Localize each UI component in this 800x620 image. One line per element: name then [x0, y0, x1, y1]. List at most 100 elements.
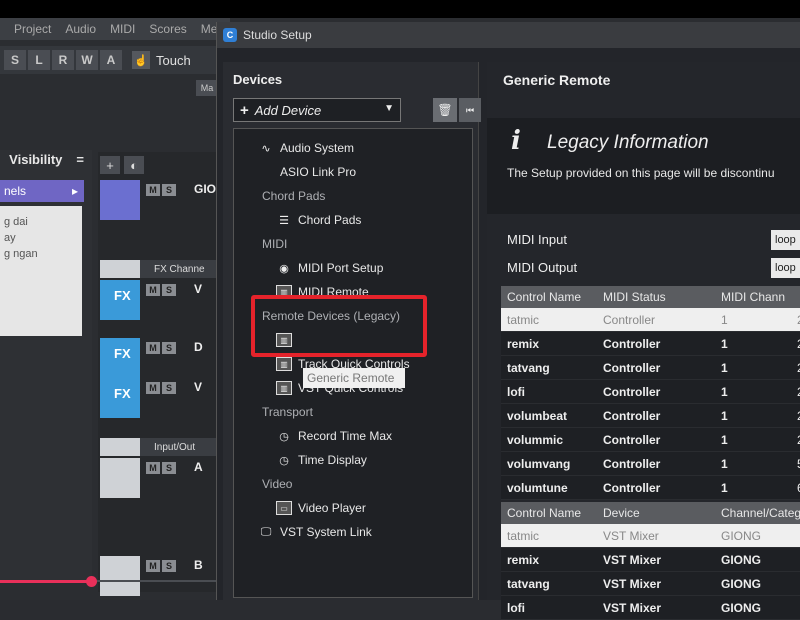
- column-header[interactable]: Control Name: [501, 290, 597, 304]
- table-cell: tatvang: [507, 360, 550, 375]
- table-row[interactable]: tatvang Controller 1 2: [501, 356, 800, 380]
- menu-audio[interactable]: Audio: [65, 22, 96, 36]
- generic-remote-selected[interactable]: Generic Remote: [303, 368, 405, 388]
- table-cell: 1: [721, 408, 728, 423]
- track-row[interactable]: FX MS D: [100, 338, 218, 378]
- mute-button[interactable]: M: [146, 284, 160, 296]
- playhead-handle[interactable]: [86, 576, 97, 587]
- table-cell: remix: [507, 336, 540, 351]
- track-row[interactable]: MS A: [100, 458, 218, 498]
- add-track-button[interactable]: +: [100, 156, 120, 174]
- keyboard-icon: ▥: [276, 357, 292, 371]
- track-row[interactable]: MS GIO: [100, 180, 218, 220]
- table-cell: lofi: [507, 384, 525, 399]
- table-cell: 1: [721, 360, 728, 375]
- table-row[interactable]: tatmic Controller 1 2: [501, 308, 800, 332]
- menu-scores[interactable]: Scores: [149, 22, 186, 36]
- table-cell: VST Mixer: [603, 600, 662, 615]
- channels-bar[interactable]: nels ▸: [0, 180, 84, 202]
- add-device-dropdown[interactable]: + Add Device ▼: [233, 98, 401, 122]
- automation-mode-label: Touch: [156, 52, 191, 68]
- table-row[interactable]: remix VST Mixer GIONG: [501, 548, 800, 572]
- folder-track-fx[interactable]: FX Channe: [100, 260, 218, 278]
- folder-track-input[interactable]: Input/Out: [100, 438, 218, 456]
- dialog-titlebar[interactable]: C Studio Setup: [217, 22, 800, 48]
- mute-button[interactable]: M: [146, 184, 160, 196]
- monitor-icon: 🖵: [260, 525, 272, 538]
- track-row[interactable]: MS B: [100, 556, 218, 596]
- menu-icon[interactable]: =: [76, 152, 84, 172]
- reset-device-button[interactable]: ⏮: [459, 98, 481, 122]
- column-header[interactable]: Channel/Categ: [715, 506, 800, 520]
- solo-track-button[interactable]: S: [162, 462, 176, 474]
- a-button[interactable]: A: [100, 50, 122, 70]
- delete-device-button[interactable]: 🗑: [433, 98, 457, 122]
- keyboard-icon: ▥: [276, 381, 292, 395]
- track-options-icon[interactable]: ◐: [124, 156, 144, 174]
- mute-button[interactable]: M: [146, 462, 160, 474]
- column-header[interactable]: Device: [597, 506, 715, 520]
- table-row[interactable]: lofi Controller 1 2: [501, 380, 800, 404]
- table-cell: tatmic: [507, 312, 540, 327]
- plus-icon: +: [240, 101, 249, 119]
- write-button[interactable]: W: [76, 50, 98, 70]
- solo-button[interactable]: S: [4, 50, 26, 70]
- table-cell: 1: [721, 336, 728, 351]
- table-cell: Controller: [603, 336, 661, 351]
- column-header[interactable]: MIDI Chann: [715, 290, 791, 304]
- toolbar: S L R W A ☝ Touch: [0, 46, 230, 74]
- mute-button[interactable]: M: [146, 342, 160, 354]
- table-cell: 1: [721, 384, 728, 399]
- midi-input-select[interactable]: loop: [771, 230, 800, 250]
- table-body: tatmic VST Mixer GIONG remix VST Mixer GIONG t…: [501, 524, 800, 620]
- table-cell: 2: [791, 433, 800, 447]
- table-row[interactable]: volummic Controller 1 2: [501, 428, 800, 452]
- track-row[interactable]: FX MS V: [100, 280, 218, 320]
- column-header[interactable]: MIDI Status: [597, 290, 715, 304]
- table-row[interactable]: tatmic VST Mixer GIONG: [501, 524, 800, 548]
- midi-output-select[interactable]: loop: [771, 258, 800, 278]
- table-row[interactable]: remix Controller 1 2: [501, 332, 800, 356]
- tree-item-label: Audio System: [280, 141, 355, 155]
- table-row[interactable]: tatvang VST Mixer GIONG: [501, 572, 800, 596]
- column-header[interactable]: Control Name: [501, 506, 597, 520]
- menu-media[interactable]: Me: [201, 22, 218, 36]
- tree-item-video-player[interactable]: ▭ Video Player: [276, 501, 366, 515]
- listen-button[interactable]: L: [28, 50, 50, 70]
- tree-item-midi-port-setup[interactable]: ◉ MIDI Port Setup: [276, 261, 383, 275]
- table-row[interactable]: volumtune Controller 1 6: [501, 476, 800, 500]
- read-button[interactable]: R: [52, 50, 74, 70]
- menu-midi[interactable]: MIDI: [110, 22, 135, 36]
- mute-button[interactable]: M: [146, 560, 160, 572]
- ma-button[interactable]: Ma: [196, 80, 218, 96]
- mute-button[interactable]: M: [146, 382, 160, 394]
- tree-item-vst-system-link[interactable]: 🖵 VST System Link: [258, 525, 372, 539]
- tree-item-asio[interactable]: ASIO Link Pro: [280, 165, 356, 179]
- tree-item-audio-system[interactable]: ∿ Audio System: [258, 141, 354, 155]
- solo-track-button[interactable]: S: [162, 382, 176, 394]
- tree-category-chord-pads: Chord Pads: [262, 189, 326, 203]
- menu-project[interactable]: Project: [14, 22, 51, 36]
- solo-track-button[interactable]: S: [162, 284, 176, 296]
- track-ms: MS: [146, 342, 176, 354]
- legacy-text: The Setup provided on this page will be …: [507, 166, 775, 180]
- table-cell: GIONG: [721, 552, 762, 567]
- solo-track-button[interactable]: S: [162, 184, 176, 196]
- track-row[interactable]: FX MS V: [100, 378, 218, 418]
- list-item[interactable]: g ngan: [4, 246, 78, 262]
- solo-track-button[interactable]: S: [162, 342, 176, 354]
- automation-mode[interactable]: ☝ Touch: [132, 51, 191, 69]
- folder-name: FX Channe: [154, 263, 205, 275]
- table-row[interactable]: volumvang Controller 1 5: [501, 452, 800, 476]
- tree-item-record-time-max[interactable]: ◷ Record Time Max: [276, 429, 392, 443]
- devices-label: Devices: [233, 72, 283, 87]
- table-cell: lofi: [507, 600, 525, 615]
- tree-item-time-display[interactable]: ◷ Time Display: [276, 453, 367, 467]
- list-item[interactable]: ay: [4, 230, 78, 246]
- tree-category-midi: MIDI: [262, 237, 288, 251]
- tree-item-chord-pads[interactable]: ☰ Chord Pads: [276, 213, 361, 227]
- table-cell: remix: [507, 552, 540, 567]
- table-row[interactable]: volumbeat Controller 1 2: [501, 404, 800, 428]
- solo-track-button[interactable]: S: [162, 560, 176, 572]
- list-item[interactable]: g dai: [4, 214, 78, 230]
